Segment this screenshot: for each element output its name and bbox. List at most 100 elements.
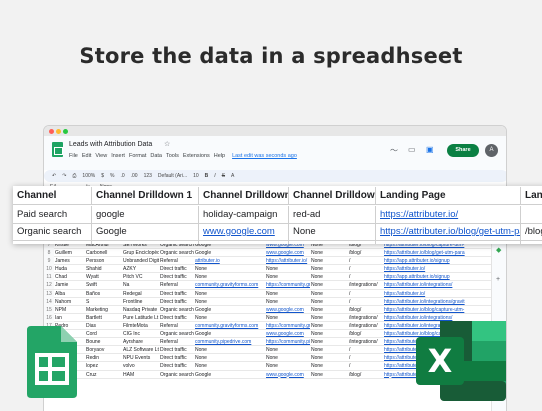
maps-icon[interactable]: ◆ xyxy=(496,246,501,254)
grid-cell[interactable]: ALZ Software Lt xyxy=(123,346,159,354)
grid-cell[interactable]: None xyxy=(195,354,265,362)
grid-cell[interactable]: /integrations/ xyxy=(349,322,383,330)
grid-cell[interactable]: Organic search xyxy=(160,249,194,257)
grid-cell[interactable]: volvo xyxy=(123,362,159,370)
grid-cell[interactable]: Pure Latitude Lt xyxy=(123,314,159,322)
grid-cell[interactable]: https://attributer.io/ xyxy=(266,257,310,265)
grid-cell[interactable]: None xyxy=(195,265,265,273)
share-button[interactable]: Share xyxy=(447,144,479,157)
table-cell[interactable]: Organic search xyxy=(13,223,92,241)
grid-cell[interactable]: Direct traffic xyxy=(160,298,194,306)
grid-cell[interactable]: Chad xyxy=(55,273,85,281)
grid-cell[interactable]: None xyxy=(311,265,348,273)
grid-cell[interactable]: lopez xyxy=(86,362,122,370)
grid-cell[interactable]: Boune xyxy=(86,338,122,346)
grid-cell[interactable]: Ian xyxy=(55,314,85,322)
activity-icon[interactable]: 〜 xyxy=(390,145,398,156)
menu-file[interactable]: File xyxy=(69,153,78,159)
grid-cell[interactable]: community.pipedrive.com xyxy=(195,338,265,346)
grid-cell[interactable]: Nahom xyxy=(55,298,85,306)
table-cell[interactable]: red-ad xyxy=(289,206,376,224)
grid-cell[interactable]: Cruz xyxy=(86,371,122,379)
grid-cell[interactable]: / xyxy=(349,362,383,370)
grid-cell[interactable]: Pitch VC xyxy=(123,273,159,281)
grid-cell[interactable]: None xyxy=(195,290,265,298)
menu-format[interactable]: Format xyxy=(129,153,146,159)
grid-cell[interactable]: None xyxy=(195,346,265,354)
menu-extensions[interactable]: Extensions xyxy=(183,153,210,159)
row-number[interactable]: 12 xyxy=(44,281,54,290)
grid-cell[interactable]: None xyxy=(311,298,348,306)
decrease-decimal-button[interactable]: .0 xyxy=(120,173,124,179)
grid-cell[interactable]: Google xyxy=(195,249,265,257)
grid-cell[interactable]: Frontline xyxy=(123,298,159,306)
grid-cell[interactable]: Cord xyxy=(86,330,122,338)
increase-decimal-button[interactable]: .00 xyxy=(131,173,138,179)
grid-cell[interactable]: Wyatt xyxy=(86,273,122,281)
bold-button[interactable]: B xyxy=(205,173,209,179)
font-size-input[interactable]: 10 xyxy=(193,173,199,179)
row-number[interactable]: 9 xyxy=(44,257,54,266)
column-header[interactable]: Channel Drilldown 1 xyxy=(92,187,199,205)
text-color-button[interactable]: A xyxy=(231,173,234,179)
grid-cell[interactable]: Direct traffic xyxy=(160,354,194,362)
column-header[interactable]: Landing Page xyxy=(376,187,521,205)
grid-cell[interactable]: Referral xyxy=(160,257,194,265)
grid-cell[interactable]: https://app.attributer.io/signup xyxy=(384,257,490,265)
grid-cell[interactable]: https://community.gravi xyxy=(266,281,310,289)
grid-cell[interactable]: HAM xyxy=(123,371,159,379)
avatar[interactable]: A xyxy=(485,144,498,157)
table-cell[interactable]: Google xyxy=(92,223,199,241)
grid-cell[interactable]: Redegal xyxy=(123,290,159,298)
grid-cell[interactable]: Jamie xyxy=(55,281,85,289)
grid-cell[interactable]: www.google.com xyxy=(266,371,310,379)
grid-cell[interactable]: / xyxy=(349,257,383,265)
grid-cell[interactable]: None xyxy=(195,362,265,370)
number-format-button[interactable]: 123 xyxy=(144,173,152,179)
grid-cell[interactable]: /blog/ xyxy=(349,330,383,338)
grid-cell[interactable]: www.google.com xyxy=(266,330,310,338)
grid-cell[interactable]: Direct traffic xyxy=(160,290,194,298)
grid-cell[interactable]: www.google.com xyxy=(266,249,310,257)
grid-cell[interactable]: / xyxy=(349,290,383,298)
menu-view[interactable]: View xyxy=(95,153,107,159)
grid-cell[interactable]: / xyxy=(349,273,383,281)
table-cell[interactable] xyxy=(521,206,542,224)
maximize-dot[interactable] xyxy=(63,129,68,134)
grid-cell[interactable]: / xyxy=(349,346,383,354)
grid-cell[interactable]: None xyxy=(195,273,265,281)
grid-cell[interactable]: /integrations/ xyxy=(349,338,383,346)
currency-button[interactable]: $ xyxy=(101,173,104,179)
grid-cell[interactable]: None xyxy=(311,314,348,322)
grid-cell[interactable]: Direct traffic xyxy=(160,314,194,322)
menu-edit[interactable]: Edit xyxy=(82,153,91,159)
grid-cell[interactable]: Google xyxy=(195,371,265,379)
grid-cell[interactable]: Boryaov xyxy=(86,346,122,354)
grid-cell[interactable]: None xyxy=(311,249,348,257)
table-cell[interactable]: None xyxy=(289,223,376,241)
grid-cell[interactable]: None xyxy=(311,330,348,338)
menu-data[interactable]: Data xyxy=(150,153,162,159)
close-dot[interactable] xyxy=(49,129,54,134)
row-number[interactable]: 15 xyxy=(44,305,54,314)
percent-button[interactable]: % xyxy=(110,173,114,179)
font-select[interactable]: Default (Ari... xyxy=(158,173,187,179)
add-addon-icon[interactable]: + xyxy=(496,276,500,283)
grid-cell[interactable]: Bartlett xyxy=(86,314,122,322)
grid-cell[interactable]: Referral xyxy=(160,322,194,330)
comment-icon[interactable]: ▭ xyxy=(408,145,416,154)
grid-cell[interactable]: /integrations/ xyxy=(349,281,383,289)
grid-cell[interactable]: Dias xyxy=(86,322,122,330)
grid-cell[interactable]: Referral xyxy=(160,338,194,346)
grid-cell[interactable]: James xyxy=(55,257,85,265)
table-cell[interactable]: Paid search xyxy=(13,206,92,224)
grid-cell[interactable]: Swift xyxy=(86,281,122,289)
strikethrough-button[interactable]: S xyxy=(222,173,225,179)
menu-tools[interactable]: Tools xyxy=(166,153,179,159)
grid-cell[interactable]: Google xyxy=(195,306,265,314)
grid-cell[interactable]: Grup Enciclopèdi xyxy=(123,249,159,257)
grid-cell[interactable]: https://community.piped xyxy=(266,338,310,346)
grid-cell[interactable]: S xyxy=(86,298,122,306)
grid-cell[interactable]: None xyxy=(311,371,348,379)
grid-cell[interactable]: FilmteMota xyxy=(123,322,159,330)
